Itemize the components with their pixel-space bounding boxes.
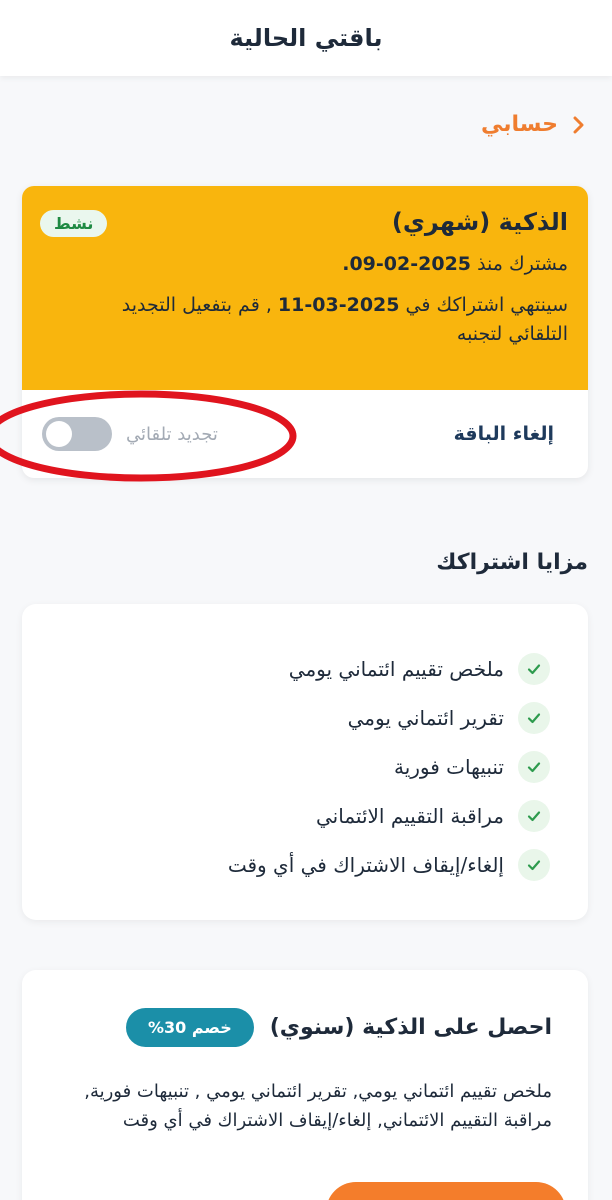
check-icon	[518, 701, 550, 734]
benefit-text: تقرير ائتماني يومي	[347, 705, 504, 730]
expiry-prefix: سينتهي اشتراكك في	[405, 294, 568, 316]
upsell-card: احصل على الذكية (سنوي) خصم 30% ملخص تقيي…	[22, 970, 588, 1200]
subscribed-prefix: مشترك منذ	[477, 253, 568, 275]
subscribed-date: 2025-02-09.	[342, 253, 472, 275]
upsell-cta-button[interactable]	[326, 1182, 566, 1200]
upsell-title: احصل على الذكية (سنوي)	[269, 1015, 552, 1040]
check-icon	[518, 750, 550, 783]
benefit-item: إلغاء/إيقاف الاشتراك في أي وقت	[22, 840, 550, 889]
current-plan-card: الذكية (شهري) نشط مشترك منذ 2025-02-09. …	[22, 186, 588, 478]
benefit-text: ملخص تقييم ائتماني يومي	[288, 656, 504, 681]
plan-details: الذكية (شهري) نشط مشترك منذ 2025-02-09. …	[22, 186, 588, 390]
auto-renew-toggle[interactable]	[42, 417, 112, 451]
breadcrumb-label: حسابي	[480, 112, 558, 137]
plan-actions: إلغاء الباقة تجديد تلقائي	[22, 390, 588, 478]
benefit-item: تنبيهات فورية	[22, 742, 550, 791]
benefits-title: مزايا اشتراكك	[436, 550, 588, 575]
benefit-text: مراقبة التقييم الائتماني	[316, 803, 504, 828]
status-badge: نشط	[40, 210, 108, 237]
auto-renew-label: تجديد تلقائي	[126, 423, 218, 445]
check-icon	[518, 848, 550, 881]
plan-name: الذكية (شهري)	[391, 208, 568, 236]
check-icon	[518, 799, 550, 832]
benefits-card: ملخص تقييم ائتماني يومي تقرير ائتماني يو…	[22, 604, 588, 920]
benefit-item: مراقبة التقييم الائتماني	[22, 791, 550, 840]
benefit-text: إلغاء/إيقاف الاشتراك في أي وقت	[227, 852, 504, 877]
app-header: باقتي الحالية	[0, 0, 612, 76]
breadcrumb-back[interactable]: حسابي	[481, 112, 588, 137]
check-icon	[518, 652, 550, 685]
cancel-plan-button[interactable]: إلغاء الباقة	[454, 423, 554, 445]
benefit-item: تقرير ائتماني يومي	[22, 693, 550, 742]
page-title: باقتي الحالية	[229, 24, 383, 52]
auto-renew-control: تجديد تلقائي	[42, 417, 218, 451]
benefit-item: ملخص تقييم ائتماني يومي	[22, 644, 550, 693]
discount-badge: خصم 30%	[126, 1008, 254, 1047]
chevron-right-icon	[573, 116, 584, 133]
expiry-date: 2025-03-11	[277, 294, 400, 316]
benefit-text: تنبيهات فورية	[393, 754, 504, 779]
toggle-knob	[46, 421, 72, 447]
subscribed-since: مشترك منذ 2025-02-09.	[42, 250, 568, 279]
upsell-header: احصل على الذكية (سنوي) خصم 30%	[58, 1008, 552, 1047]
expiry-notice: سينتهي اشتراكك في 2025-03-11 , قم بتفعيل…	[68, 291, 568, 349]
upsell-description: ملخص تقييم ائتماني يومي, تقرير ائتماني ي…	[84, 1081, 552, 1131]
